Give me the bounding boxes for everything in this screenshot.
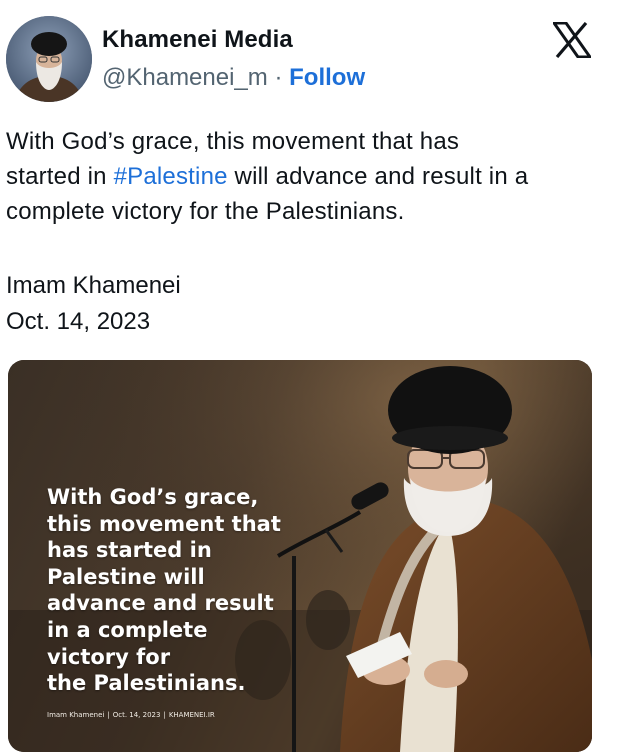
avatar[interactable] bbox=[6, 16, 92, 102]
tweet-image[interactable]: With God’s grace, this movement that has… bbox=[8, 360, 592, 752]
handle-line: @Khamenei_m · Follow bbox=[102, 64, 365, 92]
tweet-signature: Imam Khamenei Oct. 14, 2023 bbox=[6, 268, 181, 340]
quote-line: Palestine will bbox=[47, 564, 205, 589]
caption-separator: | bbox=[107, 711, 110, 719]
quote-line: in a complete bbox=[47, 617, 208, 642]
tweet-line: With God’s grace, this movement that has bbox=[6, 128, 460, 155]
quote-line: With God’s grace, bbox=[47, 485, 259, 509]
caption-site: KHAMENEI.IR bbox=[168, 711, 215, 719]
signature-name: Imam Khamenei bbox=[6, 272, 181, 299]
tweet-text-segment: started in bbox=[6, 163, 114, 190]
x-logo-icon[interactable] bbox=[551, 21, 593, 59]
quote-line: this movement that bbox=[47, 511, 281, 536]
tweet-text: With God’s grace, this movement that has… bbox=[6, 124, 611, 229]
author-handle[interactable]: @Khamenei_m bbox=[102, 64, 268, 91]
hashtag-link[interactable]: #Palestine bbox=[114, 163, 228, 190]
tweet-text-segment: will advance and result in a bbox=[227, 163, 529, 190]
signature-date: Oct. 14, 2023 bbox=[6, 308, 151, 335]
image-quote: With God’s grace, this movement that has… bbox=[47, 484, 281, 697]
quote-line: victory for bbox=[47, 644, 171, 669]
author-name[interactable]: Khamenei Media bbox=[102, 26, 293, 54]
quote-line: advance and result bbox=[47, 591, 274, 616]
caption-name: Imam Khamenei bbox=[47, 711, 105, 719]
caption-separator: | bbox=[163, 711, 166, 719]
quote-line: the Palestinians. bbox=[47, 671, 246, 696]
follow-button[interactable]: Follow bbox=[289, 64, 365, 91]
tweet-line: started in #Palestine will advance and r… bbox=[6, 159, 611, 194]
avatar-photo bbox=[6, 16, 92, 102]
tweet-line: complete victory for the Palestinians. bbox=[6, 198, 405, 225]
handle-separator: · bbox=[274, 64, 283, 91]
caption-date: Oct. 14, 2023 bbox=[112, 711, 161, 719]
quote-line: has started in bbox=[47, 538, 212, 563]
image-caption: Imam Khamenei | Oct. 14, 2023 | KHAMENEI.IR bbox=[47, 711, 215, 719]
